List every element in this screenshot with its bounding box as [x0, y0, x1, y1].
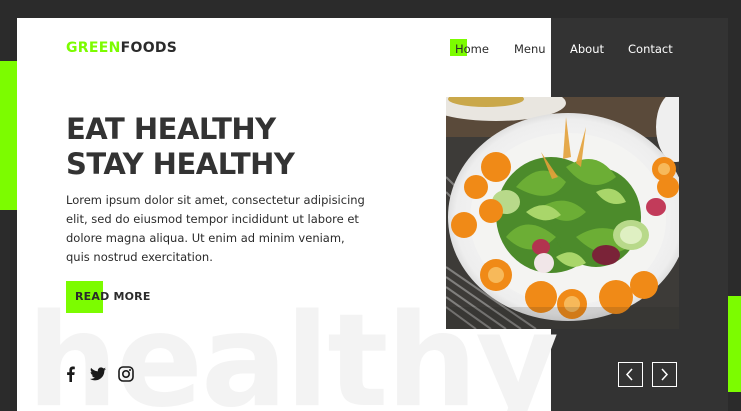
instagram-icon[interactable] [118, 366, 134, 386]
hero-title: EAT HEALTHY STAY HEALTHY [66, 112, 295, 182]
page-frame: healthy GREENFOODS Home Menu About Conta… [17, 18, 728, 411]
hero-title-line-2: STAY HEALTHY [66, 147, 295, 181]
slider-prev-button[interactable] [618, 362, 643, 387]
read-more-button[interactable]: READ MORE [75, 289, 151, 305]
nav-item-menu[interactable]: Menu [514, 41, 546, 57]
chevron-right-icon [661, 368, 669, 381]
accent-bar-right [728, 296, 741, 392]
accent-bar-left [0, 61, 17, 210]
hero-title-line-1: EAT HEALTHY [66, 112, 276, 146]
facebook-icon[interactable] [65, 366, 76, 386]
nav-item-about[interactable]: About [570, 41, 604, 57]
slider-next-button[interactable] [652, 362, 677, 387]
nav-item-home[interactable]: Home [455, 41, 489, 57]
nav-item-contact[interactable]: Contact [628, 41, 673, 57]
salad-photo [446, 97, 679, 329]
hero-paragraph: Lorem ipsum dolor sit amet, consectetur … [66, 193, 365, 264]
twitter-icon[interactable] [90, 366, 106, 385]
main-nav: Home Menu About Contact [17, 41, 728, 61]
chevron-left-icon [625, 368, 633, 381]
